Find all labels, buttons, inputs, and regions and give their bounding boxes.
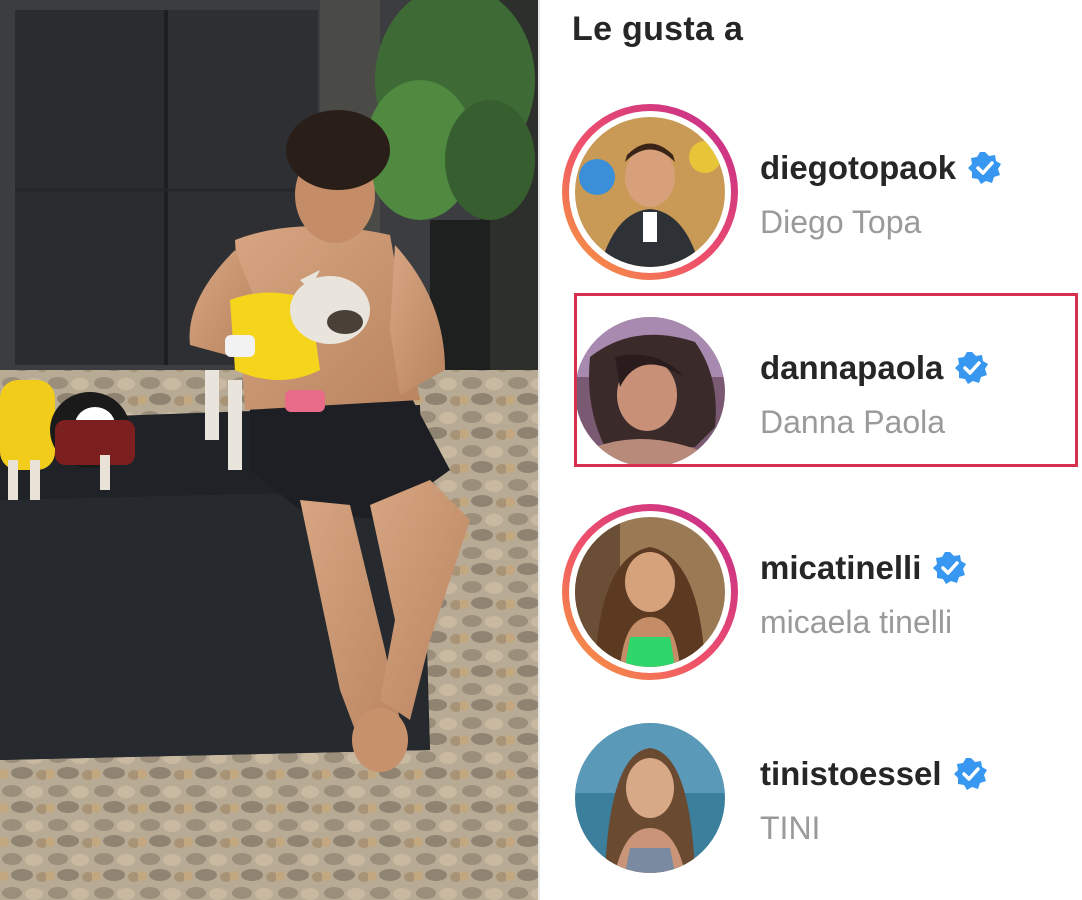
verified-check-icon: [968, 152, 1002, 184]
highlight-box: [574, 293, 1078, 467]
avatar-story-ring[interactable]: [562, 104, 738, 280]
avatar[interactable]: [575, 117, 725, 267]
avatar-story-ring[interactable]: [562, 504, 738, 680]
verified-check-icon: [933, 552, 967, 584]
man-with-dogs-photo: [0, 0, 538, 900]
verified-check-icon: [953, 758, 987, 790]
full-name: micaela tinelli: [760, 604, 953, 640]
username[interactable]: tinistoessel: [760, 755, 942, 793]
full-name: Diego Topa: [760, 204, 922, 240]
avatar[interactable]: [575, 723, 725, 873]
photo-panel: [0, 0, 538, 900]
username[interactable]: micatinelli: [760, 549, 921, 587]
full-name: TINI: [760, 810, 821, 846]
user-row-micatinelli[interactable]: micatinelli micaela tinelli: [540, 504, 1082, 684]
likes-title: Le gusta a: [572, 10, 744, 48]
username[interactable]: diegotopaok: [760, 149, 956, 187]
user-row-diegotopaok[interactable]: diegotopaok Diego Topa: [540, 104, 1082, 284]
user-row-tinistoessel[interactable]: tinistoessel TINI: [540, 710, 1082, 890]
avatar[interactable]: [575, 517, 725, 667]
avatar-frame[interactable]: [562, 710, 738, 886]
